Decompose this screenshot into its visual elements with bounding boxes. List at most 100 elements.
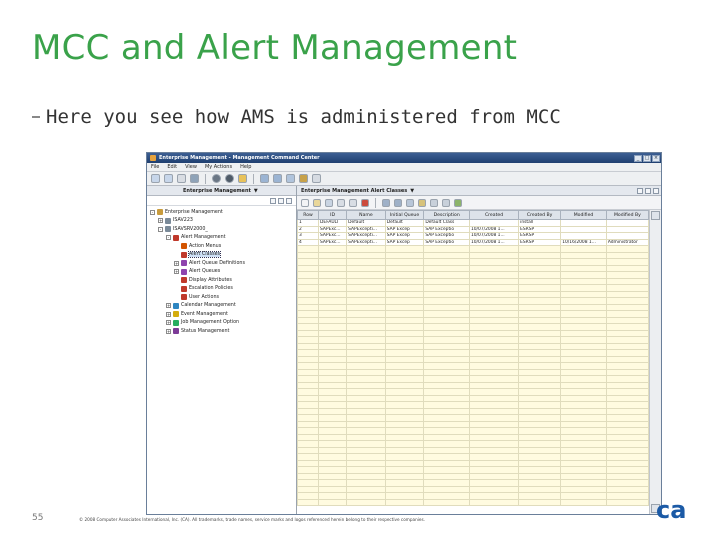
navigation-pane: Enterprise Management ▼ - Enterprise Mana… xyxy=(147,186,297,514)
column-header[interactable]: Modified xyxy=(560,210,607,220)
home-icon[interactable] xyxy=(177,174,186,183)
tree-node[interactable]: Action Menus xyxy=(150,242,296,251)
column-header[interactable]: Modified By xyxy=(605,210,649,220)
tile-icon[interactable] xyxy=(273,174,282,183)
menu-view[interactable]: View xyxy=(185,164,197,170)
escalation-icon xyxy=(181,285,187,292)
tree-node-label: Job Management Option xyxy=(181,320,240,326)
close-button[interactable]: × xyxy=(652,154,660,162)
tree-node[interactable]: - ISAVSRV2000_ xyxy=(150,225,296,234)
vertical-scrollbar[interactable] xyxy=(649,210,661,514)
save-icon[interactable] xyxy=(325,198,333,207)
chevron-down-icon[interactable]: ▼ xyxy=(410,188,414,194)
column-header[interactable]: Initial Queue xyxy=(384,210,425,220)
tree-node[interactable]: - Enterprise Management xyxy=(150,208,296,217)
window-titlebar[interactable]: Enterprise Management - Management Comma… xyxy=(147,153,661,163)
delete-icon[interactable] xyxy=(361,198,369,207)
left-pane-title: Enterprise Management xyxy=(183,187,251,194)
open-icon[interactable] xyxy=(313,198,321,207)
tree-node[interactable]: Alert Classes xyxy=(150,251,296,260)
action-icon xyxy=(181,243,187,250)
expand-icon[interactable]: + xyxy=(166,320,171,326)
tree-node[interactable]: + Calendar Management xyxy=(150,302,296,311)
find-icon[interactable] xyxy=(430,198,438,207)
collapse-icon[interactable]: - xyxy=(150,209,155,215)
empty-row xyxy=(297,498,649,506)
empty-cell xyxy=(384,498,425,506)
tree-node[interactable]: + Job Management Option xyxy=(150,319,296,328)
column-header[interactable]: Name xyxy=(346,210,386,220)
back-icon[interactable] xyxy=(151,174,160,183)
tree-node-label: ISAV223 xyxy=(173,218,193,224)
expand-icon[interactable]: + xyxy=(166,328,171,334)
record-icon[interactable] xyxy=(212,174,221,183)
restore-pane-icon[interactable] xyxy=(278,197,284,204)
minimize-pane-icon[interactable] xyxy=(270,197,276,204)
chevron-down-icon[interactable]: ▼ xyxy=(254,188,258,194)
toolbar-separator xyxy=(253,173,254,184)
tree-node-label: Escalation Policies xyxy=(189,286,233,292)
new-icon[interactable] xyxy=(301,198,309,207)
settings-icon[interactable] xyxy=(299,174,308,183)
topology-tree: - Enterprise Management + ISAV223- ISAVSRV20… xyxy=(147,206,296,336)
expand-icon[interactable]: + xyxy=(166,311,171,317)
copyright-notice: © 2008 Computer Associates International… xyxy=(79,517,425,522)
menu-help[interactable]: Help xyxy=(240,164,251,170)
left-pane-header[interactable]: Enterprise Management ▼ xyxy=(147,186,296,196)
tree-node[interactable]: + Status Management xyxy=(150,327,296,336)
server-icon xyxy=(165,217,171,224)
collapse-icon[interactable]: - xyxy=(166,235,171,241)
collapse-icon[interactable]: - xyxy=(158,226,163,232)
stop-icon[interactable] xyxy=(225,174,234,183)
copy-icon[interactable] xyxy=(337,198,345,207)
tree-node[interactable]: Escalation Policies xyxy=(150,285,296,294)
tree-node[interactable]: Display Attributes xyxy=(150,276,296,285)
window-icon[interactable] xyxy=(260,174,269,183)
grid-toolbar xyxy=(297,196,661,210)
right-pane-header[interactable]: Enterprise Management Alert Classes ▼ xyxy=(297,186,661,196)
tree-node[interactable]: + Event Management xyxy=(150,310,296,319)
print-icon[interactable] xyxy=(442,198,450,207)
print-icon[interactable] xyxy=(312,174,321,183)
refresh-icon[interactable] xyxy=(406,198,414,207)
bullet-item: Here you see how AMS is administered fro… xyxy=(32,106,561,128)
column-header[interactable]: ID xyxy=(318,210,348,220)
filter-icon[interactable] xyxy=(382,198,390,207)
menu-edit[interactable]: Edit xyxy=(167,164,177,170)
expand-icon[interactable]: + xyxy=(174,269,179,275)
column-header[interactable]: Created xyxy=(468,210,520,220)
export-icon[interactable] xyxy=(454,198,462,207)
restore-pane-icon[interactable] xyxy=(645,187,651,194)
forward-icon[interactable] xyxy=(164,174,173,183)
mcc-window: Enterprise Management - Management Comma… xyxy=(146,152,662,515)
table-row[interactable]: 4 SAPExc... SAPExcepti... SAP Excep SAP Exce… xyxy=(297,238,649,246)
alert-icon[interactable] xyxy=(238,174,247,183)
job-icon xyxy=(173,319,179,326)
tree-node[interactable]: - Alert Management xyxy=(150,234,296,243)
tree-node[interactable]: User Actions xyxy=(150,293,296,302)
minimize-button[interactable]: _ xyxy=(634,154,642,162)
close-pane-icon[interactable] xyxy=(653,187,659,194)
minimize-pane-icon[interactable] xyxy=(637,187,643,194)
cascade-icon[interactable] xyxy=(286,174,295,183)
column-header[interactable]: Row xyxy=(297,210,320,220)
column-header[interactable]: Description xyxy=(423,210,470,220)
paste-icon[interactable] xyxy=(349,198,357,207)
tree-node[interactable]: + Alert Queue Definitions xyxy=(150,259,296,268)
close-pane-icon[interactable] xyxy=(286,197,292,204)
scroll-up-icon[interactable] xyxy=(651,211,660,220)
expand-icon[interactable]: + xyxy=(166,303,171,309)
expand-icon[interactable]: + xyxy=(158,218,163,224)
maximize-button[interactable]: □ xyxy=(643,154,651,162)
column-header[interactable]: Created By xyxy=(518,210,562,220)
sort-icon[interactable] xyxy=(394,198,402,207)
tree-node[interactable]: + ISAV223 xyxy=(150,217,296,226)
tree-node[interactable]: + Alert Queues xyxy=(150,268,296,277)
expand-icon[interactable]: + xyxy=(174,260,179,266)
bookmark-icon[interactable] xyxy=(190,174,199,183)
menu-file[interactable]: File xyxy=(151,164,159,170)
menu-my-actions[interactable]: My Actions xyxy=(205,164,232,170)
empty-cell xyxy=(468,498,520,506)
alert-icon xyxy=(173,234,179,241)
properties-icon[interactable] xyxy=(418,198,426,207)
